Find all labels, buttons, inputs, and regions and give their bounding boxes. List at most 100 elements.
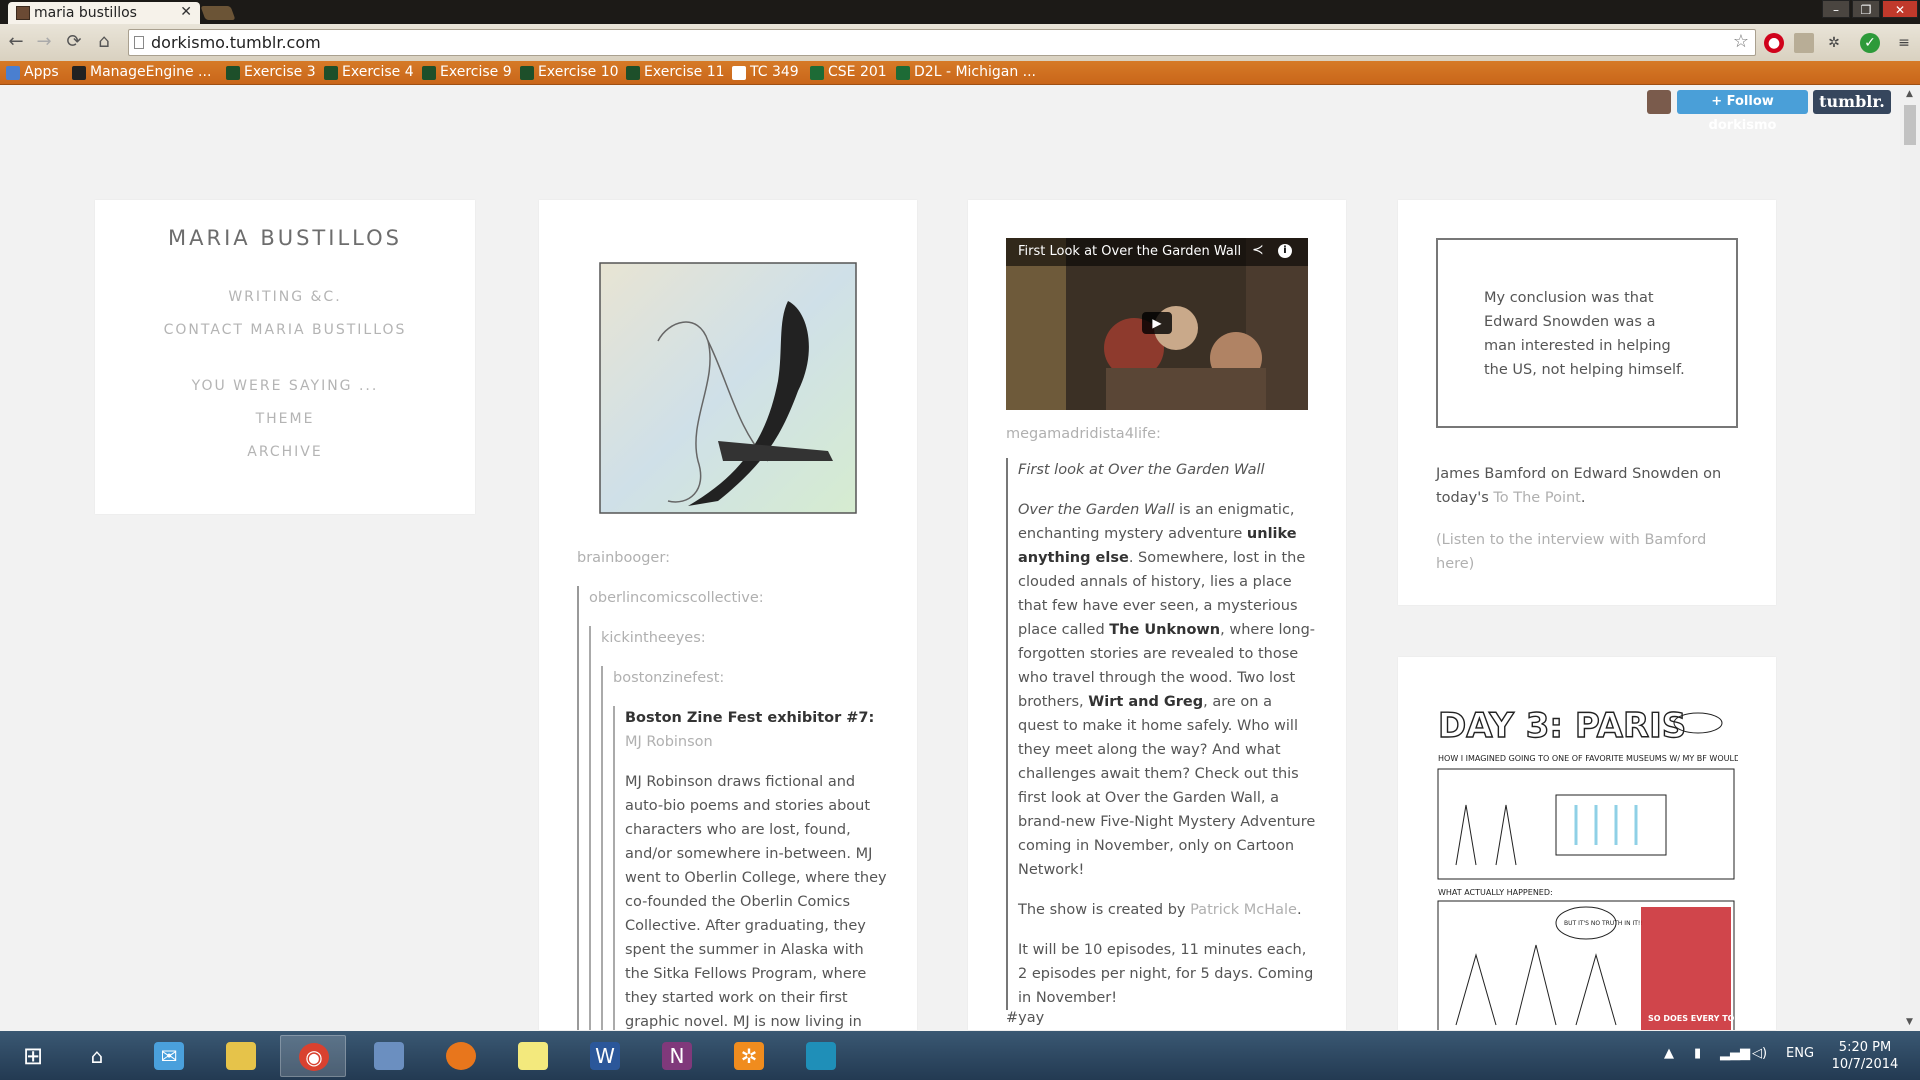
headline-link[interactable]: MJ Robinson [625,734,713,750]
page-icon [732,66,746,80]
window-titlebar: maria bustillos ✕ – ❐ ✕ [0,0,1920,24]
comic-image[interactable]: DAY 3: PARIS HOW I IMAGINED GOING TO ONE… [1436,695,1738,1030]
scroll-up-icon[interactable]: ▲ [1906,89,1913,99]
forward-button[interactable]: → [32,30,56,54]
bookmark-apps[interactable]: Apps [6,64,59,80]
quote-source: James Bamford on Edward Snowden on today… [1436,466,1722,506]
reblog-quote-1: oberlincomicscollective: kickintheeyes: … [577,586,887,1030]
clock[interactable]: 5:20 PM 10/7/2014 [1820,1039,1910,1073]
language-indicator[interactable]: ENG [1786,1046,1814,1061]
info-icon[interactable]: i [1278,244,1292,258]
reblog-source: kickintheeyes [601,630,701,646]
manageengine-icon [72,66,86,80]
quote-title: First look at Over the Garden Wall [1018,462,1265,478]
quote-text: My conclusion was that Edward Snowden wa… [1484,290,1685,378]
follow-button[interactable]: + Follow dorkismo [1677,90,1808,133]
minimize-button[interactable]: – [1822,0,1850,18]
bookmark-exercise-11[interactable]: Exercise 11 [626,64,725,80]
listen-link[interactable]: (Listen to the interview with Bamford he… [1436,528,1746,576]
stop-icon[interactable]: ● [1764,33,1784,53]
comic-bubble-b: SO DOES EVERY TOURIST [1648,1014,1738,1023]
taskbar-chrome[interactable]: ◉ [280,1035,346,1077]
cast-icon[interactable] [1794,33,1814,53]
post-zine-fest: brainbooger: oberlincomicscollective: ki… [539,200,917,1030]
bookmark-exercise-9[interactable]: Exercise 9 [422,64,512,80]
settings-icon[interactable]: ✲ [1824,33,1844,53]
bookmark-d2l[interactable]: D2L - Michigan ... [896,64,1036,80]
spartan-icon [520,66,534,80]
apps-grid-icon [6,66,20,80]
post-body: MJ Robinson draws fictional and auto-bio… [625,774,887,1030]
nav-theme[interactable]: THEME [95,411,475,427]
post-headline: Boston Zine Fest exhibitor #7: MJ Robins… [625,710,875,750]
shield-icon[interactable]: ✓ [1860,33,1880,53]
bookmark-manageengine[interactable]: ManageEngine ... [72,64,211,80]
back-button[interactable]: ← [4,30,28,54]
bookmark-exercise-3[interactable]: Exercise 3 [226,64,316,80]
quote-box: My conclusion was that Edward Snowden wa… [1436,238,1738,428]
taskbar-settings[interactable]: ✲ [716,1035,782,1077]
nav-archive[interactable]: ARCHIVE [95,444,475,460]
taskbar-file-explorer[interactable] [208,1035,274,1077]
taskbar-python[interactable] [356,1035,422,1077]
play-icon[interactable]: ▶ [1142,312,1172,334]
start-button[interactable]: ⊞ [0,1035,66,1077]
bookmark-star-icon[interactable]: ☆ [1733,31,1749,52]
browser-tab[interactable]: maria bustillos ✕ [8,2,200,24]
home-button[interactable]: ⌂ [92,30,116,54]
menu-icon[interactable]: ≡ [1894,33,1914,53]
taskbar-sticky-notes[interactable] [500,1035,566,1077]
page-scrollbar[interactable]: ▲ ▼ [1900,85,1920,1031]
reblog-source: brainbooger [577,550,666,566]
post-illustration[interactable] [598,261,858,516]
nav-writing[interactable]: WRITING &C. [95,289,475,305]
taskbar-photos[interactable] [788,1035,854,1077]
taskbar-mail[interactable]: ✉ [136,1035,202,1077]
bookmark-exercise-10[interactable]: Exercise 10 [520,64,619,80]
address-bar[interactable]: dorkismo.tumblr.com ☆ [128,29,1756,56]
share-icon[interactable]: ≺ [1252,242,1264,258]
tab-close-icon[interactable]: ✕ [180,4,192,20]
taskbar-word[interactable]: W [572,1035,638,1077]
new-tab-button[interactable] [200,6,236,20]
clock-time: 5:20 PM [1838,1040,1892,1055]
comic-caption-bottom: WHAT ACTUALLY HAPPENED: [1438,888,1553,897]
creator-link[interactable]: Patrick McHale [1190,902,1297,918]
taskbar-onenote[interactable]: N [644,1035,710,1077]
restore-button[interactable]: ❐ [1852,0,1880,18]
battery-icon[interactable]: ▮ [1694,1046,1701,1061]
nav-you-were-saying[interactable]: YOU WERE SAYING ... [95,378,475,394]
blog-sidebar: MARIA BUSTILLOS WRITING &C. CONTACT MARI… [95,200,475,514]
reload-button[interactable]: ⟳ [62,30,86,54]
comic-bubble-a: BUT IT'S NO TRUTH IN IT!! [1564,920,1643,927]
video-player[interactable]: First Look at Over the Garden Wall ≺ i ▶ [1006,238,1308,410]
tumblr-logo[interactable]: tumblr. [1813,90,1891,114]
close-window-button[interactable]: ✕ [1882,0,1918,18]
scroll-down-icon[interactable]: ▼ [1906,1017,1913,1027]
source-link[interactable]: To The Point [1493,490,1580,506]
bookmark-exercise-4[interactable]: Exercise 4 [324,64,414,80]
blog-title[interactable]: MARIA BUSTILLOS [95,226,475,250]
taskbar-home[interactable]: ⌂ [64,1035,130,1077]
post-paragraph-1: Over the Garden Wall is an enigmatic, en… [1018,502,1316,878]
nav-contact[interactable]: CONTACT MARIA BUSTILLOS [95,322,475,338]
post-tag[interactable]: #yay [1006,1006,1044,1030]
post-paragraph-2: The show is created by Patrick McHale. [1018,902,1302,918]
clock-date: 10/7/2014 [1831,1057,1899,1072]
network-icon[interactable]: ▂▄▆ [1720,1046,1750,1061]
post-garden-wall: First Look at Over the Garden Wall ≺ i ▶… [968,200,1346,1030]
bookmark-cse-201[interactable]: CSE 201 [810,64,887,80]
volume-icon[interactable]: ◁) [1752,1046,1767,1061]
s-icon [896,66,910,80]
post-quote-snowden: My conclusion was that Edward Snowden wa… [1398,200,1776,605]
avatar[interactable] [1647,90,1671,114]
scrollbar-thumb[interactable] [1904,105,1916,145]
spartan-icon [422,66,436,80]
bookmarks-bar: Apps ManageEngine ... Exercise 3 Exercis… [0,61,1920,85]
tray-expand-icon[interactable]: ▲ [1664,1046,1674,1061]
spartan-icon [226,66,240,80]
s-icon [810,66,824,80]
taskbar-firefox[interactable] [428,1035,494,1077]
bookmark-tc-349[interactable]: TC 349 [732,64,799,80]
video-title[interactable]: First Look at Over the Garden Wall [1018,244,1241,259]
